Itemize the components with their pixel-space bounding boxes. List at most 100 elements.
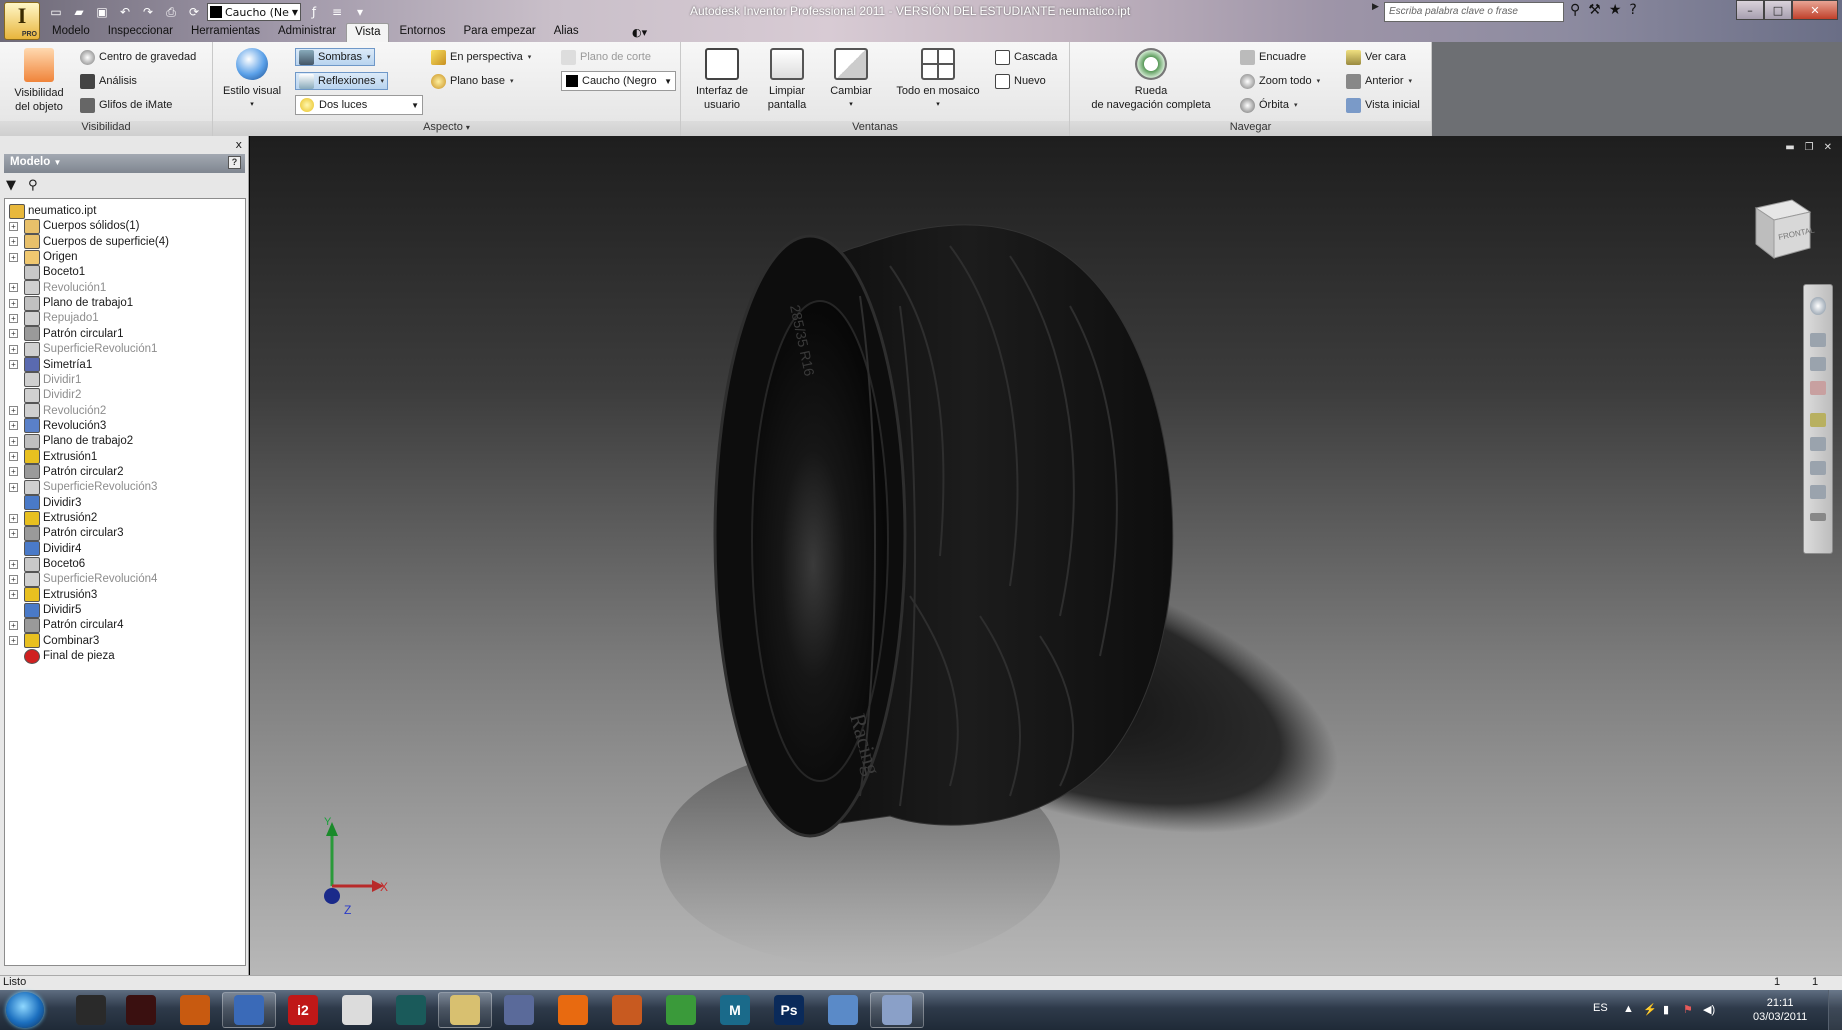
plano-corte-button[interactable]: Plano de corte [561, 48, 651, 66]
expand-icon[interactable]: + [9, 421, 18, 431]
plano-base-button[interactable]: Plano base ▾ [431, 72, 514, 90]
tab-vista[interactable]: Vista [346, 23, 390, 42]
show-hidden-icons-icon[interactable]: ▲ [1623, 1003, 1634, 1015]
taskbar-app-button[interactable] [870, 992, 924, 1028]
clock[interactable]: 21:11 03/03/2011 [1753, 996, 1807, 1024]
anterior-button[interactable]: Anterior ▾ [1346, 72, 1412, 90]
glifos-imate-button[interactable]: Glifos de iMate [80, 96, 172, 114]
taskbar-app-button[interactable] [64, 992, 118, 1028]
vista-inicial-button[interactable]: Vista inicial [1346, 96, 1420, 114]
tab-para-empezar[interactable]: Para empezar [456, 23, 544, 42]
ribbon-minimize-icon[interactable]: ◐▾ [632, 26, 647, 39]
nueva-ventana-button[interactable]: Nuevo [995, 72, 1046, 90]
visibilidad-objeto-button[interactable]: Visibilidad del objeto [6, 48, 72, 114]
expand-icon[interactable]: + [9, 252, 18, 262]
interfaz-usuario-button[interactable]: Interfaz de usuario [691, 48, 753, 112]
undo-icon[interactable]: ↶ [115, 3, 135, 21]
taskbar-app-button[interactable] [114, 992, 168, 1028]
taskbar-app-button[interactable]: M [708, 992, 762, 1028]
analisis-button[interactable]: Análisis [80, 72, 137, 90]
expand-icon[interactable]: + [9, 528, 18, 538]
volume-icon[interactable]: ◀) [1703, 1003, 1715, 1016]
tab-modelo[interactable]: Modelo [44, 23, 98, 42]
taskbar-app-button[interactable]: Ps [762, 992, 816, 1028]
expand-icon[interactable]: + [9, 344, 18, 354]
close-icon[interactable]: x [235, 138, 242, 151]
reflexiones-toggle[interactable]: Reflexiones ▾ [295, 72, 388, 90]
find-binoculars-icon[interactable]: ⚲ [28, 178, 38, 193]
action-center-flag-icon[interactable]: ⚑ [1683, 1003, 1693, 1016]
orbita-button[interactable]: Órbita ▾ [1240, 96, 1297, 114]
expand-icon[interactable]: + [9, 467, 18, 477]
expand-icon[interactable]: + [9, 482, 18, 492]
limpiar-pantalla-button[interactable]: Limpiar pantalla [761, 48, 813, 112]
minimize-button[interactable]: – [1736, 0, 1764, 20]
material-appearance-combo[interactable]: Caucho (Negro ▼ [561, 71, 676, 91]
language-indicator[interactable]: ES [1593, 1002, 1608, 1014]
expand-icon[interactable]: + [9, 329, 18, 339]
zoom-selected-icon[interactable] [1810, 485, 1826, 499]
cambiar-button[interactable]: Cambiar ▾ [821, 48, 881, 112]
chevron-down-icon[interactable]: ▾ [367, 53, 371, 61]
tab-alias[interactable]: Alias [546, 23, 587, 42]
expand-icon[interactable]: + [9, 559, 18, 569]
signal-icon[interactable]: ▮ [1663, 1003, 1669, 1016]
todo-en-mosaico-button[interactable]: Todo en mosaico ▾ [888, 48, 988, 112]
appearance-icon[interactable]: ≡ [327, 3, 347, 21]
close-button[interactable]: ✕ [1792, 0, 1838, 20]
expand-icon[interactable]: + [9, 237, 18, 247]
encuadre-button[interactable]: Encuadre [1240, 48, 1306, 66]
look-at-icon[interactable] [1810, 413, 1826, 427]
function-icon[interactable]: ƒ [304, 3, 324, 21]
expand-icon[interactable]: + [9, 452, 18, 462]
chevron-down-icon[interactable]: ▾ [380, 77, 384, 85]
expand-icon[interactable]: + [9, 406, 18, 416]
help-search-input[interactable]: Escriba palabra clave o frase [1384, 2, 1564, 22]
expand-icon[interactable]: + [9, 360, 18, 369]
help-icon[interactable]: ? [228, 156, 241, 169]
iluminacion-combo[interactable]: Dos luces ▼ [295, 95, 423, 115]
show-desktop-button[interactable] [1828, 990, 1842, 1030]
save-icon[interactable]: ▣ [92, 3, 112, 21]
new-file-icon[interactable]: ▭ [46, 3, 66, 21]
open-folder-icon[interactable]: ▰ [69, 3, 89, 21]
application-menu-button[interactable]: I PRO [4, 2, 40, 40]
rueda-navegacion-button[interactable]: Rueda de navegación completa [1082, 48, 1220, 112]
tab-entornos[interactable]: Entornos [391, 23, 453, 42]
taskbar-app-button[interactable] [492, 992, 546, 1028]
cascada-button[interactable]: Cascada [995, 48, 1057, 66]
taskbar-app-button[interactable] [600, 992, 654, 1028]
browser-header[interactable]: Modelo ▼? [4, 154, 245, 173]
tab-administrar[interactable]: Administrar [270, 23, 344, 42]
expand-icon[interactable]: + [9, 513, 18, 523]
favorites-star-icon[interactable]: ★ [1609, 2, 1622, 18]
steering-wheel-icon[interactable] [1810, 297, 1826, 315]
expand-icon[interactable]: + [9, 221, 18, 231]
expand-icon[interactable]: + [9, 436, 18, 446]
network-icon[interactable]: ⚡ [1643, 1003, 1657, 1016]
filter-icon[interactable]: ▼ [6, 178, 16, 193]
en-perspectiva-button[interactable]: En perspectiva ▾ [431, 48, 531, 66]
zoom-all-icon[interactable] [1810, 461, 1826, 475]
redo-icon[interactable]: ↷ [138, 3, 158, 21]
navbar-options-icon[interactable] [1810, 513, 1826, 521]
taskbar-app-button[interactable] [438, 992, 492, 1028]
graphics-viewport[interactable]: ▬ ❐ ✕ Racing 285/35 R16 FRONTAL Y X Z [250, 136, 1842, 975]
search-binoculars-icon[interactable]: ⚲ [1570, 2, 1580, 18]
communication-icon[interactable]: ⚒ [1588, 2, 1601, 18]
expand-icon[interactable]: + [9, 313, 18, 323]
expand-icon[interactable]: + [9, 590, 18, 600]
ver-cara-button[interactable]: Ver cara [1346, 48, 1406, 66]
search-expand-icon[interactable]: ▶ [1372, 2, 1384, 22]
taskbar-app-button[interactable] [384, 992, 438, 1028]
start-button[interactable] [6, 992, 44, 1028]
taskbar-app-button[interactable] [222, 992, 276, 1028]
taskbar-app-button[interactable]: i2 [276, 992, 330, 1028]
zoom-window-icon[interactable] [1810, 437, 1826, 451]
zoom-icon[interactable] [1810, 357, 1826, 371]
material-combo[interactable]: Caucho (Ne ▼ [207, 3, 301, 21]
maximize-button[interactable]: □ [1764, 0, 1792, 20]
help-icon[interactable]: ? [1629, 2, 1636, 18]
taskbar-app-button[interactable] [330, 992, 384, 1028]
orbit-icon[interactable] [1810, 381, 1826, 395]
